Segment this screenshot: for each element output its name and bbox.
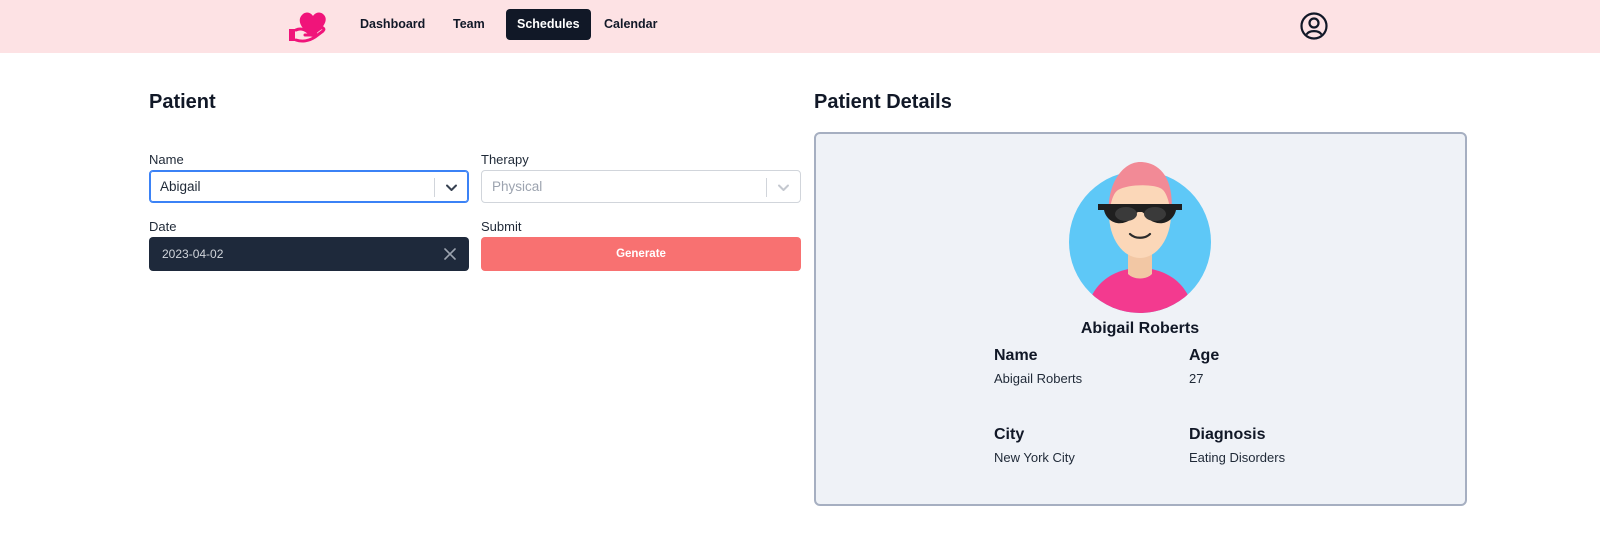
heart-hand-icon[interactable] (287, 7, 329, 43)
patient-details-title: Patient Details (814, 91, 952, 113)
detail-diagnosis-value: Eating Disorders (1189, 450, 1286, 465)
submit-label: Submit (481, 219, 522, 234)
detail-diagnosis-label: Diagnosis (1189, 426, 1266, 443)
therapy-select-value: Physical (492, 179, 543, 194)
therapy-label: Therapy (481, 152, 529, 167)
top-navbar: Dashboard Team Schedules Calendar (0, 0, 1600, 53)
nav-dashboard[interactable]: Dashboard (350, 9, 435, 40)
generate-button[interactable]: Generate (481, 237, 801, 271)
name-label: Name (149, 152, 184, 167)
detail-name-value: Abigail Roberts (994, 371, 1083, 386)
chevron-down-icon[interactable] (444, 180, 459, 195)
detail-city-value: New York City (994, 450, 1075, 465)
select-separator (766, 178, 767, 197)
chevron-down-icon[interactable] (776, 180, 791, 195)
detail-city-label: City (994, 426, 1025, 443)
date-input[interactable]: 2023-04-02 (149, 237, 469, 271)
detail-age-label: Age (1189, 347, 1220, 364)
detail-age-value: 27 (1189, 371, 1204, 386)
date-label: Date (149, 219, 177, 234)
select-separator (434, 178, 435, 197)
user-circle-icon[interactable] (1300, 12, 1328, 40)
date-value: 2023-04-02 (162, 247, 224, 261)
patient-full-name: Abigail Roberts (1080, 320, 1200, 337)
nav-calendar[interactable]: Calendar (594, 9, 668, 40)
name-select-value: Abigail (160, 179, 201, 194)
patient-section-title: Patient (149, 91, 216, 113)
nav-team[interactable]: Team (443, 9, 495, 40)
therapy-select[interactable]: Physical (481, 170, 801, 203)
detail-name-label: Name (994, 347, 1038, 364)
patient-avatar (1069, 162, 1211, 313)
close-icon[interactable] (443, 247, 457, 261)
nav-schedules[interactable]: Schedules (506, 9, 591, 40)
name-select[interactable]: Abigail (149, 170, 469, 203)
